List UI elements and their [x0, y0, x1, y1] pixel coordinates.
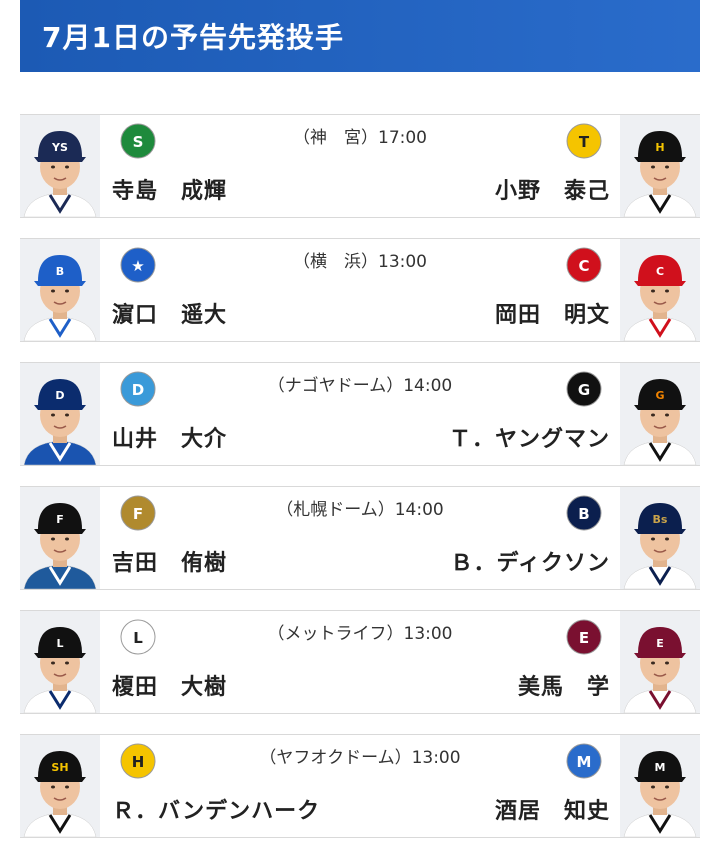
- marines-logo: M: [564, 741, 604, 781]
- svg-text:E: E: [656, 637, 664, 650]
- svg-text:D: D: [55, 389, 64, 402]
- svg-text:E: E: [579, 629, 589, 647]
- left-pitcher-name[interactable]: 寺島 成輝: [112, 173, 227, 205]
- left-pitcher-photo: YS: [20, 115, 100, 217]
- right-pitcher-name[interactable]: Ｂ．ディクソン: [451, 545, 610, 577]
- left-pitcher-photo: D: [20, 363, 100, 465]
- left-pitcher-name[interactable]: 榎田 大樹: [112, 669, 227, 701]
- venue-time: （メットライフ）13:00: [267, 624, 453, 644]
- giants-logo: G: [564, 369, 604, 409]
- svg-text:M: M: [655, 761, 666, 774]
- right-pitcher-name[interactable]: Ｔ．ヤングマン: [449, 421, 610, 453]
- game-card[interactable]: YS S （神 宮）17:00 寺島 成輝 T 小野 泰己 H: [20, 114, 700, 218]
- eagles-logo: E: [564, 617, 604, 657]
- right-pitcher-name[interactable]: 酒居 知史: [495, 793, 610, 825]
- carp-logo: C: [564, 245, 604, 285]
- svg-text:Bs: Bs: [653, 513, 668, 526]
- svg-text:G: G: [655, 389, 664, 402]
- left-pitcher-name[interactable]: 山井 大介: [112, 421, 227, 453]
- svg-text:YS: YS: [51, 141, 68, 154]
- svg-text:T: T: [579, 133, 590, 151]
- right-pitcher-photo: C: [620, 239, 700, 341]
- left-pitcher-name[interactable]: 吉田 侑樹: [112, 545, 227, 577]
- svg-text:SH: SH: [51, 761, 68, 774]
- tigers-logo: T: [564, 121, 604, 161]
- svg-text:B: B: [56, 265, 64, 278]
- left-pitcher-name[interactable]: Ｒ．バンデンハーク: [112, 793, 320, 825]
- left-pitcher-photo: SH: [20, 735, 100, 837]
- left-pitcher-photo: F: [20, 487, 100, 589]
- venue-time: （神 宮）17:00: [293, 128, 427, 148]
- right-pitcher-photo: Bs: [620, 487, 700, 589]
- svg-text:M: M: [577, 753, 592, 771]
- venue-time: （横 浜）13:00: [293, 252, 427, 272]
- game-card[interactable]: SH H （ヤフオクドーム）13:00 Ｒ．バンデンハーク M 酒居 知史 M: [20, 734, 700, 838]
- left-pitcher-photo: B: [20, 239, 100, 341]
- right-pitcher-name[interactable]: 岡田 明文: [495, 297, 610, 329]
- svg-text:L: L: [56, 637, 63, 650]
- venue-time: （ナゴヤドーム）14:00: [267, 376, 453, 396]
- game-card[interactable]: D D （ナゴヤドーム）14:00 山井 大介 G Ｔ．ヤングマン G: [20, 362, 700, 466]
- page-title: 7月1日の予告先発投手: [42, 21, 344, 54]
- venue-time: （ヤフオクドーム）13:00: [259, 748, 461, 768]
- right-pitcher-photo: H: [620, 115, 700, 217]
- right-pitcher-photo: G: [620, 363, 700, 465]
- right-pitcher-name[interactable]: 美馬 学: [518, 669, 610, 701]
- game-card[interactable]: F F （札幌ドーム）14:00 吉田 侑樹 B Ｂ．ディクソン Bs: [20, 486, 700, 590]
- right-pitcher-photo: M: [620, 735, 700, 837]
- left-pitcher-name[interactable]: 濵口 遥大: [112, 297, 227, 329]
- right-pitcher-name[interactable]: 小野 泰己: [495, 173, 610, 205]
- buffaloes-logo: B: [564, 493, 604, 533]
- right-pitcher-photo: E: [620, 611, 700, 713]
- svg-text:G: G: [578, 381, 590, 399]
- header-banner: 7月1日の予告先発投手: [20, 0, 700, 72]
- svg-text:B: B: [578, 505, 589, 523]
- left-pitcher-photo: L: [20, 611, 100, 713]
- game-card[interactable]: B ★ （横 浜）13:00 濵口 遥大 C 岡田 明文 C: [20, 238, 700, 342]
- game-card[interactable]: L L （メットライフ）13:00 榎田 大樹 E 美馬 学 E: [20, 610, 700, 714]
- svg-text:C: C: [578, 257, 589, 275]
- venue-time: （札幌ドーム）14:00: [276, 500, 444, 520]
- svg-text:C: C: [656, 265, 664, 278]
- svg-text:F: F: [56, 513, 64, 526]
- svg-text:H: H: [655, 141, 664, 154]
